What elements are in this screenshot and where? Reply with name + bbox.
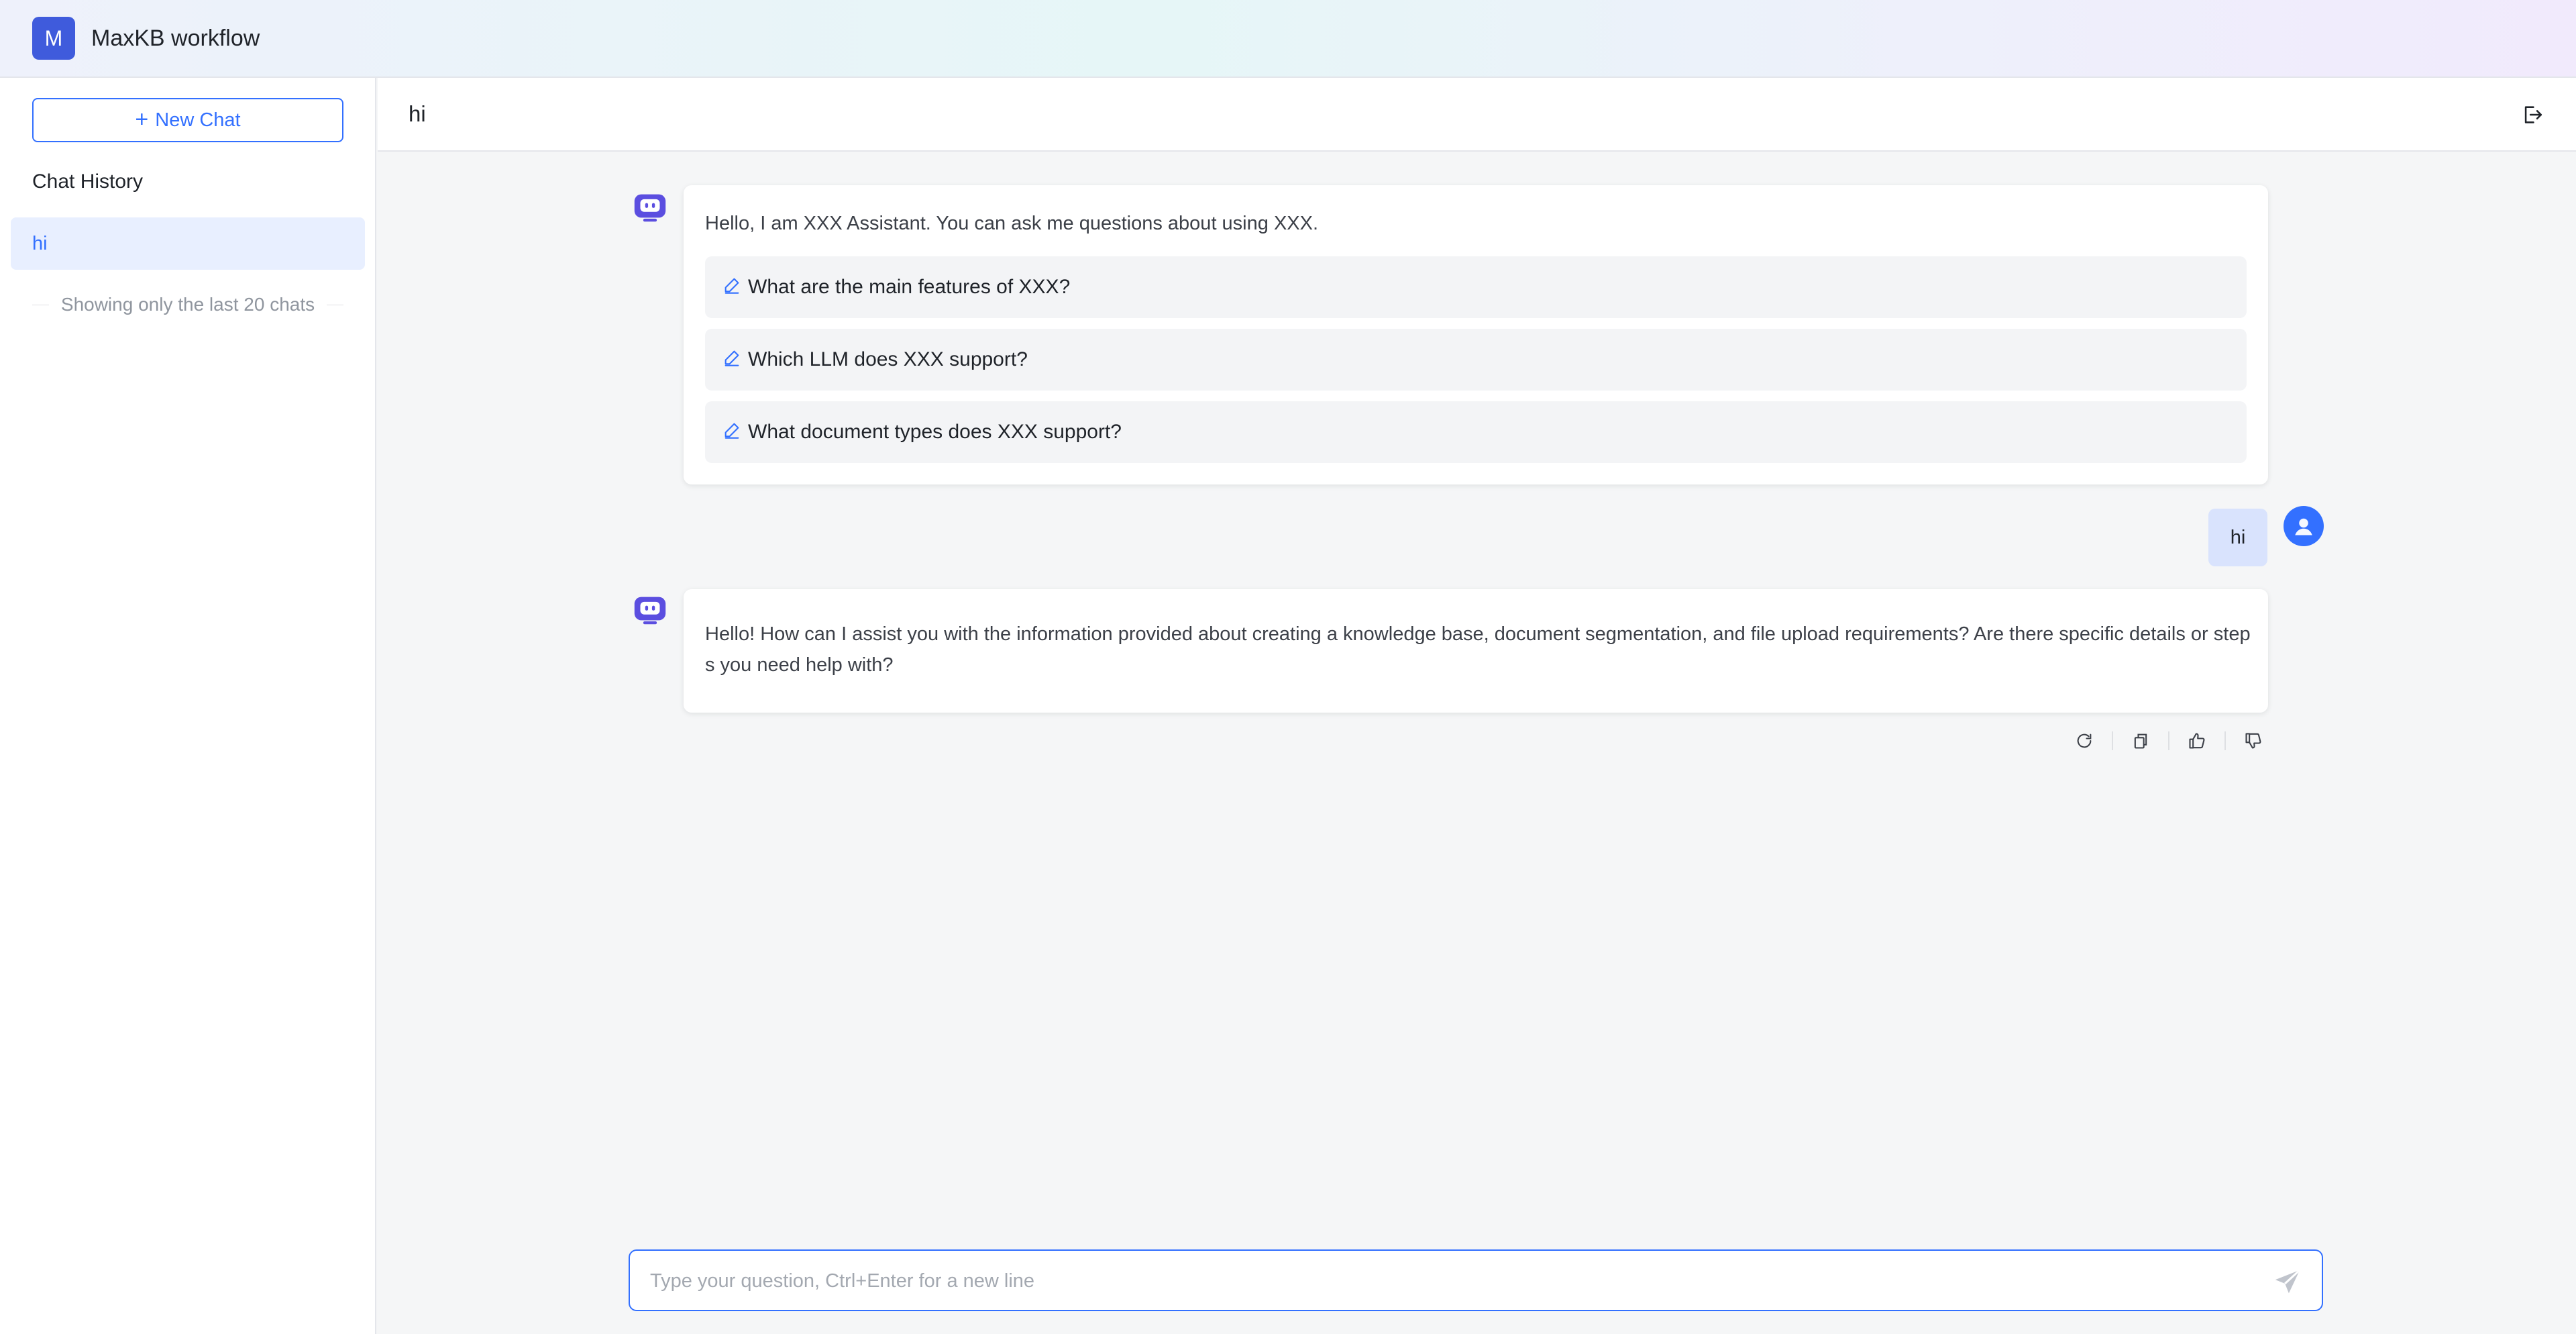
- robot-icon: [634, 194, 666, 222]
- user-message-bubble: hi: [2208, 509, 2267, 566]
- plus-icon: +: [135, 106, 149, 132]
- suggested-prompt-label: What document types does XXX support?: [748, 421, 1122, 443]
- divider: [2112, 731, 2113, 750]
- regenerate-icon: [2077, 733, 2092, 748]
- sidebar: + New Chat Chat History hi Showing only …: [0, 78, 376, 1334]
- dislike-button[interactable]: [2239, 727, 2267, 754]
- history-note-text: Showing only the last 20 chats: [60, 294, 315, 315]
- like-button[interactable]: [2183, 727, 2211, 754]
- logout-icon[interactable]: [2521, 103, 2544, 126]
- app-title: MaxKB workflow: [91, 25, 260, 51]
- bot-reply-text: Hello! How can I assist you with the inf…: [705, 623, 2251, 676]
- suggested-prompt-label: Which LLM does XXX support?: [748, 348, 1028, 370]
- app-logo: M: [32, 17, 75, 60]
- suggested-prompt[interactable]: What document types does XXX support?: [705, 401, 2247, 463]
- user-message-text: hi: [2230, 526, 2246, 548]
- bot-greeting-bubble: Hello, I am XXX Assistant. You can ask m…: [684, 185, 2268, 484]
- bot-reply-bubble: Hello! How can I assist you with the inf…: [684, 589, 2268, 713]
- divider: [2168, 731, 2169, 750]
- pen-icon: [724, 278, 739, 294]
- question-input-box: [629, 1249, 2323, 1311]
- chat-history-title: Chat History: [32, 170, 144, 193]
- reply-actions: [2070, 727, 2267, 754]
- copy-button[interactable]: [2127, 727, 2155, 754]
- new-chat-button[interactable]: + New Chat: [32, 98, 343, 142]
- new-chat-label: New Chat: [155, 109, 241, 131]
- user-avatar: [2284, 506, 2324, 546]
- history-item-hi[interactable]: hi: [11, 217, 365, 270]
- history-item-label: hi: [32, 232, 48, 254]
- user-icon: [2295, 518, 2312, 535]
- copy-icon: [2134, 733, 2147, 749]
- question-input[interactable]: [650, 1264, 2247, 1298]
- regenerate-button[interactable]: [2070, 727, 2098, 754]
- suggested-prompt[interactable]: What are the main features of XXX?: [705, 256, 2247, 318]
- history-note: Showing only the last 20 chats: [32, 294, 344, 315]
- thumbs-up-icon: [2189, 733, 2205, 749]
- divider: [2224, 731, 2226, 750]
- pen-icon: [724, 350, 739, 366]
- suggested-prompt[interactable]: Which LLM does XXX support?: [705, 329, 2247, 391]
- app-header: M MaxKB workflow: [0, 0, 2576, 78]
- suggested-prompt-label: What are the main features of XXX?: [748, 276, 1071, 298]
- send-icon[interactable]: [2272, 1267, 2303, 1298]
- pen-icon: [724, 423, 739, 439]
- chat-header: hi: [378, 78, 2576, 152]
- greeting-text: Hello, I am XXX Assistant. You can ask m…: [705, 213, 1319, 234]
- chat-title: hi: [409, 101, 426, 126]
- robot-icon: [634, 597, 666, 625]
- thumbs-down-icon: [2245, 733, 2261, 749]
